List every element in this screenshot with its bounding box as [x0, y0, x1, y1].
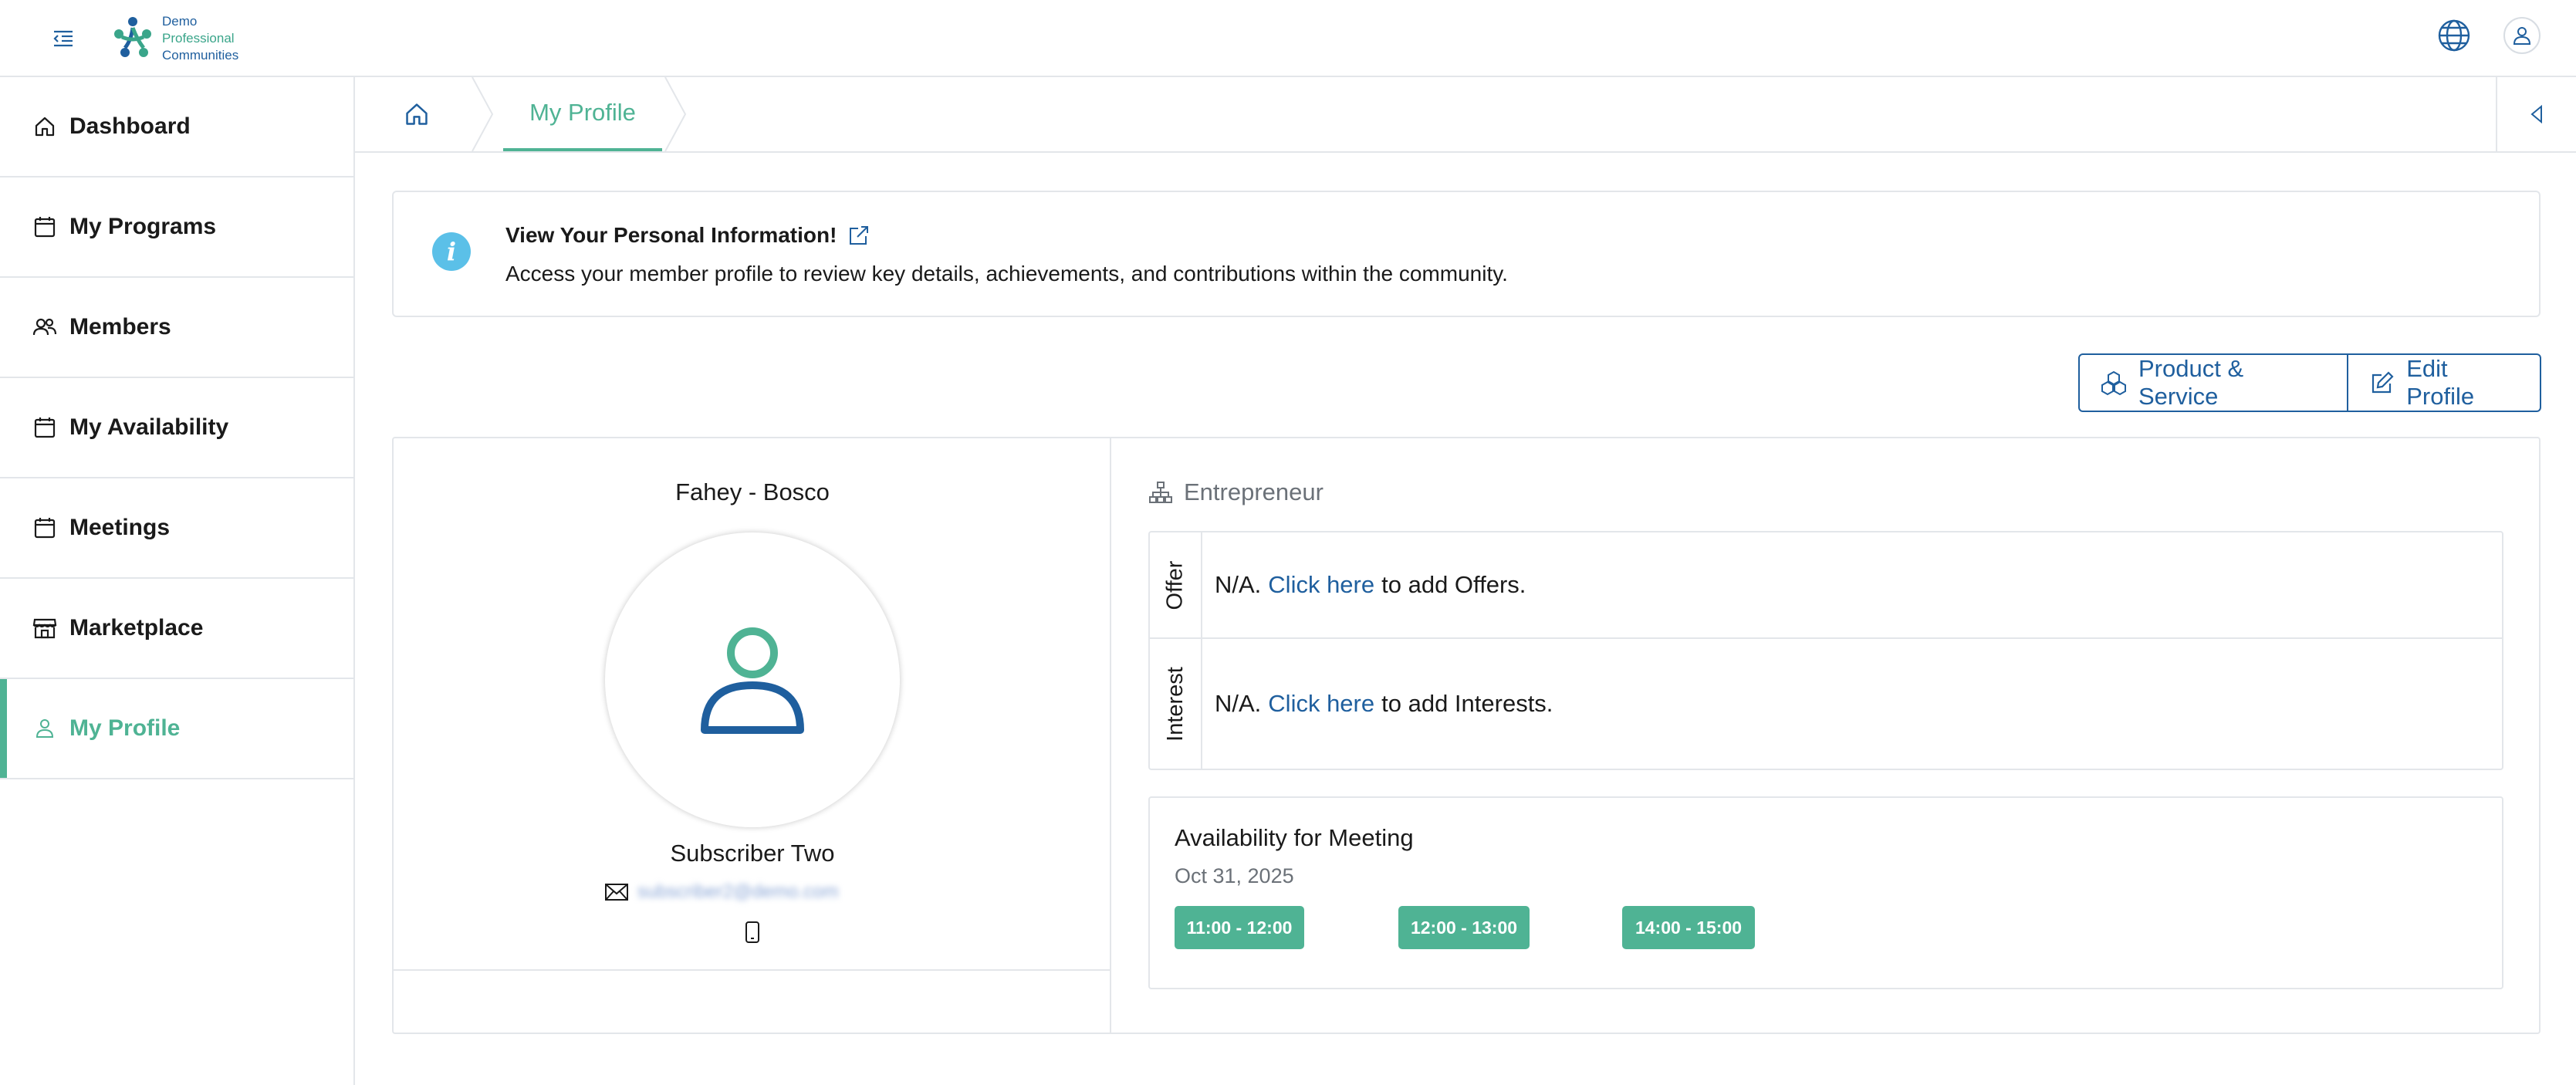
home-icon [31, 113, 59, 140]
cubes-icon [2100, 369, 2128, 397]
role-label: Entrepreneur [1184, 478, 1323, 505]
sidebar-item-label: Members [69, 314, 171, 340]
interests-prefix: N/A. [1215, 690, 1262, 717]
company-name: Fahey - Bosco [675, 478, 830, 505]
account-avatar-button[interactable] [2503, 17, 2541, 54]
add-offers-link[interactable]: Click here [1268, 571, 1374, 599]
caret-left-icon [2530, 104, 2542, 124]
interests-label: Interest [1150, 639, 1202, 769]
breadcrumb-separator [472, 77, 494, 151]
profile-summary-footer [394, 969, 1110, 1033]
mail-icon [605, 884, 628, 901]
offers-interests-table: Offer N/A. Click here to add Offers. Int… [1148, 531, 2503, 770]
email-value[interactable]: subscriber2@demo.com [637, 881, 838, 903]
sidebar: Dashboard My Programs Members My Availab… [0, 77, 355, 1085]
info-banner: i View Your Personal Information! Access… [392, 191, 2541, 317]
profile-actions: Product & Service Edit Profile [2078, 353, 2541, 412]
availability-title: Availability for Meeting [1175, 824, 1414, 851]
availability-panel: Availability for Meeting Oct 31, 2025 11… [1148, 796, 2503, 989]
users-icon [31, 313, 59, 341]
logo-line3: Communities [162, 48, 239, 63]
sidebar-item-my-profile[interactable]: My Profile [0, 679, 353, 779]
logo-mark-icon [114, 17, 151, 57]
sidebar-item-label: My Programs [69, 214, 217, 239]
email-row: subscriber2@demo.com [605, 881, 838, 903]
sidebar-item-label: My Profile [69, 715, 181, 741]
app-logo[interactable]: Demo Professional Communities [108, 8, 238, 69]
user-icon [31, 715, 59, 742]
time-slot[interactable]: 14:00 - 15:00 [1622, 906, 1755, 949]
collapse-panel-button[interactable] [2496, 77, 2576, 151]
calendar-icon [31, 213, 59, 241]
availability-date: Oct 31, 2025 [1175, 864, 1294, 887]
breadcrumb-separator [664, 77, 687, 151]
sidebar-item-my-availability[interactable]: My Availability [0, 378, 353, 478]
logo-text: Demo Professional Communities [162, 13, 238, 64]
add-interests-link[interactable]: Click here [1268, 690, 1374, 718]
interests-suffix: to add Interests. [1381, 690, 1553, 717]
offers-text: N/A. Click here to add Offers. [1215, 532, 1526, 637]
edit-icon [2368, 369, 2395, 397]
avatar [605, 532, 900, 827]
offers-row: Offer N/A. Click here to add Offers. [1150, 532, 2502, 639]
sidebar-item-label: My Availability [69, 414, 229, 440]
info-icon: i [432, 232, 471, 271]
time-slot[interactable]: 12:00 - 13:00 [1398, 906, 1530, 949]
profile-card: Fahey - Bosco Subscriber Two subscriber2… [392, 437, 2541, 1034]
breadcrumb-home[interactable] [355, 77, 478, 151]
interests-text: N/A. Click here to add Interests. [1215, 639, 1553, 769]
product-service-label: Product & Service [2138, 355, 2244, 410]
sidebar-item-my-programs[interactable]: My Programs [0, 177, 353, 278]
sidebar-item-meetings[interactable]: Meetings [0, 478, 353, 579]
interests-row: Interest N/A. Click here to add Interest… [1150, 639, 2502, 769]
breadcrumb: My Profile [355, 77, 2576, 153]
sidebar-item-dashboard[interactable]: Dashboard [0, 77, 353, 177]
org-chart-icon [1149, 482, 1172, 503]
info-title: View Your Personal Information! [505, 223, 870, 248]
sidebar-item-label: Marketplace [69, 615, 204, 641]
menu-toggle-icon[interactable] [48, 23, 79, 54]
product-service-button[interactable]: Product & Service [2078, 353, 2348, 412]
offers-suffix: to add Offers. [1381, 571, 1526, 598]
home-icon [406, 103, 428, 125]
info-title-text: View Your Personal Information! [505, 223, 837, 247]
member-name: Subscriber Two [670, 840, 835, 867]
store-icon [31, 614, 59, 642]
interests-label-text: Interest [1162, 666, 1188, 742]
user-icon [2513, 27, 2531, 45]
logo-line1: Demo [162, 14, 198, 29]
role-row: Entrepreneur [1148, 478, 1323, 506]
offers-label: Offer [1150, 532, 1202, 637]
calendar-icon [31, 514, 59, 542]
profile-summary: Fahey - Bosco Subscriber Two subscriber2… [394, 438, 1111, 1033]
phone-icon [737, 918, 768, 946]
breadcrumb-current[interactable]: My Profile [503, 77, 662, 151]
offers-prefix: N/A. [1215, 571, 1262, 598]
sidebar-item-label: Meetings [69, 515, 171, 540]
offers-label-text: Offer [1162, 560, 1188, 610]
info-description: Access your member profile to review key… [505, 262, 1508, 286]
globe-icon[interactable] [2436, 18, 2472, 53]
calendar-icon [31, 414, 59, 441]
edit-profile-label: Edit Profile [2406, 355, 2475, 410]
logo-line2: Professional [162, 31, 235, 46]
profile-details: Entrepreneur Offer N/A. Click here to ad… [1111, 438, 2541, 1033]
edit-profile-button[interactable]: Edit Profile [2348, 353, 2541, 412]
user-avatar-icon [701, 627, 804, 734]
external-link-icon[interactable] [847, 224, 870, 247]
top-bar: Demo Professional Communities [0, 0, 2576, 77]
sidebar-item-label: Dashboard [69, 113, 191, 139]
time-slot[interactable]: 11:00 - 12:00 [1175, 906, 1304, 949]
sidebar-item-marketplace[interactable]: Marketplace [0, 579, 353, 679]
sidebar-item-members[interactable]: Members [0, 278, 353, 378]
